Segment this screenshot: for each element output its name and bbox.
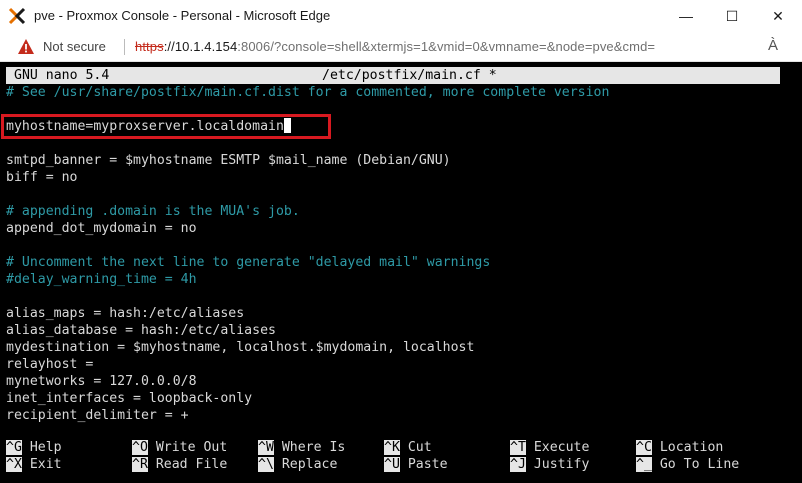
- warning-icon[interactable]: [17, 38, 35, 55]
- shortcut-label: Go To Line: [651, 457, 740, 472]
- window-title: pve - Proxmox Console - Personal - Micro…: [34, 8, 331, 23]
- shortcut-label: Exit: [21, 457, 62, 472]
- shortcut-label: Write Out: [147, 440, 228, 455]
- config-line: mynetworks = 127.0.0.0/8: [6, 374, 197, 389]
- config-line: smtpd_banner = $myhostname ESMTP $mail_n…: [6, 153, 451, 168]
- shortcut-key: ^U: [384, 457, 400, 472]
- minimize-icon: —: [679, 8, 693, 24]
- shortcut-cut: ^K Cut: [384, 439, 432, 456]
- shortcut-key: ^T: [510, 440, 526, 455]
- config-line: mydestination = $myhostname, localhost.$…: [6, 340, 475, 355]
- shortcut-label: Replace: [273, 457, 338, 472]
- shortcut-key: ^X: [6, 457, 22, 472]
- shortcut-label: Location: [651, 440, 724, 455]
- shortcut-key: ^\: [258, 457, 274, 472]
- shortcut-write-out: ^O Write Out: [132, 439, 227, 456]
- nano-version: GNU nano 5.4: [14, 68, 110, 83]
- shortcut-label: Read File: [147, 457, 228, 472]
- config-line: relayhost =: [6, 357, 94, 372]
- shortcut-read-file: ^R Read File: [132, 456, 227, 473]
- shortcut-exit: ^X Exit: [6, 456, 62, 473]
- shortcut-key: ^J: [510, 457, 526, 472]
- maximize-button[interactable]: ☐: [709, 0, 755, 32]
- url-host: ://10.1.4.154: [163, 39, 238, 54]
- shortcut-execute: ^T Execute: [510, 439, 589, 456]
- security-status[interactable]: Not secure: [43, 39, 106, 54]
- proxmox-app-icon: [8, 7, 26, 25]
- config-line: alias_maps = hash:/etc/aliases: [6, 306, 245, 321]
- config-line: recipient_delimiter = +: [6, 408, 189, 423]
- comment-line: # Uncomment the next line to generate "d…: [6, 255, 491, 270]
- config-line: inet_interfaces = loopback-only: [6, 391, 253, 406]
- shortcut-location: ^C Location: [636, 439, 723, 456]
- shortcut-paste: ^U Paste: [384, 456, 448, 473]
- shortcut-key: ^O: [132, 440, 148, 455]
- shortcut-replace: ^\ Replace: [258, 456, 337, 473]
- shortcut-justify: ^J Justify: [510, 456, 589, 473]
- read-aloud-icon[interactable]: À: [768, 37, 778, 54]
- url-path: :8006/?console=shell&xtermjs=1&vmid=0&vm…: [237, 39, 656, 54]
- url-field[interactable]: https://10.1.4.154:8006/?console=shell&x…: [135, 39, 655, 54]
- nano-header: GNU nano 5.4 /etc/postfix/main.cf *: [6, 67, 780, 84]
- comment-line: # appending .domain is the MUA's job.: [6, 204, 300, 219]
- comment-line: #delay_warning_time = 4h: [6, 272, 197, 287]
- file-name: /etc/postfix/main.cf *: [322, 68, 497, 83]
- shortcut-help: ^G Help: [6, 439, 62, 456]
- config-line: biff = no: [6, 170, 78, 185]
- shortcut-key: ^_: [636, 457, 652, 472]
- close-button[interactable]: ✕: [755, 0, 801, 32]
- shortcut-label: Where Is: [273, 440, 346, 455]
- close-icon: ✕: [772, 7, 784, 24]
- shortcut-go-to-line: ^_ Go To Line: [636, 456, 739, 473]
- address-bar[interactable]: Not secure https://10.1.4.154:8006/?cons…: [0, 32, 802, 62]
- shortcut-key: ^R: [132, 457, 148, 472]
- config-line: append_dot_mydomain = no: [6, 221, 197, 236]
- address-separator: [124, 39, 125, 55]
- url-scheme: https: [135, 39, 164, 54]
- shortcut-key: ^W: [258, 440, 274, 455]
- minimize-button[interactable]: —: [663, 0, 709, 32]
- config-line: alias_database = hash:/etc/aliases: [6, 323, 276, 338]
- highlight-annotation: [1, 114, 331, 139]
- shortcut-key: ^C: [636, 440, 652, 455]
- shortcut-key: ^G: [6, 440, 22, 455]
- window-titlebar: pve - Proxmox Console - Personal - Micro…: [0, 0, 802, 32]
- shortcut-where-is: ^W Where Is: [258, 439, 345, 456]
- shortcut-label: Help: [21, 440, 62, 455]
- maximize-icon: ☐: [725, 7, 739, 24]
- shortcut-label: Cut: [399, 440, 432, 455]
- shortcut-key: ^K: [384, 440, 400, 455]
- shortcut-label: Justify: [525, 457, 590, 472]
- comment-line: # See /usr/share/postfix/main.cf.dist fo…: [6, 85, 610, 100]
- shortcut-label: Execute: [525, 440, 590, 455]
- terminal-console[interactable]: GNU nano 5.4 /etc/postfix/main.cf * # Se…: [0, 62, 802, 483]
- shortcut-label: Paste: [399, 457, 448, 472]
